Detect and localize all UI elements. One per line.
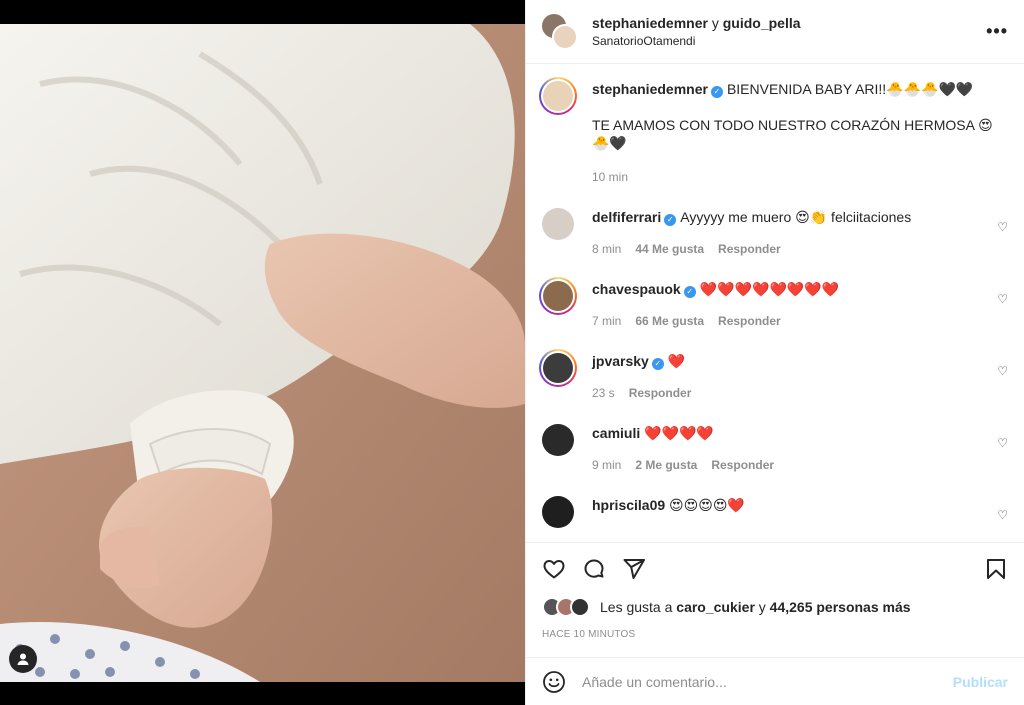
comment-bubble-icon[interactable] [582, 557, 606, 581]
likes-prefix: Les gusta a [600, 599, 673, 615]
publish-button[interactable]: Publicar [953, 674, 1008, 690]
emoji-smiley-icon[interactable] [542, 670, 566, 694]
avatar[interactable] [539, 77, 577, 115]
author-secondary-link[interactable]: guido_pella [723, 15, 801, 31]
liker-username-link[interactable]: caro_cukier [676, 599, 755, 615]
likers-avatars[interactable] [542, 597, 594, 617]
avatar[interactable] [542, 496, 574, 528]
comment-username[interactable]: hpriscila09 [592, 497, 665, 513]
author-primary-link[interactable]: stephaniedemner [592, 15, 708, 31]
post-authors: stephaniedemner y guido_pella [592, 15, 801, 31]
more-options-icon[interactable]: ••• [986, 22, 1008, 40]
comment-text: ❤️❤️❤️❤️❤️❤️❤️❤️ [699, 281, 840, 297]
tagged-users-button[interactable] [9, 645, 37, 673]
comments-list[interactable]: stephaniedemner ✓ BIENVENIDA BABY ARI!!🐣🐣🐣… [526, 64, 1024, 542]
comment-input[interactable] [582, 673, 953, 690]
post-header: stephaniedemner y guido_pella SanatorioO… [526, 0, 1024, 64]
comment-time[interactable]: 8 min [592, 242, 621, 256]
comment: delfiferrari ✓ Ayyyyy me muero 😍👏 felciita… [542, 208, 1008, 258]
avatar[interactable] [539, 349, 577, 387]
comment-time[interactable]: 7 min [592, 314, 621, 328]
likes-count-link[interactable]: 44,265 personas más [770, 599, 911, 615]
comment-username[interactable]: chavespauok [592, 281, 681, 297]
avatar[interactable] [542, 424, 574, 456]
user-icon [17, 653, 29, 665]
likes-connector: y [758, 599, 766, 615]
post-timestamp[interactable]: HACE 10 MINUTOS [542, 629, 1008, 640]
like-comment-heart-icon[interactable]: ♡ [997, 220, 1008, 234]
comment-likes[interactable]: 44 Me gusta [635, 242, 704, 256]
like-comment-heart-icon[interactable]: ♡ [997, 508, 1008, 522]
comment-username[interactable]: camiuli [592, 425, 640, 441]
caption: stephaniedemner ✓ BIENVENIDA BABY ARI!!🐣🐣🐣… [539, 77, 1008, 186]
comment-time[interactable]: 23 s [592, 386, 615, 400]
comment: chavespauok ✓ ❤️❤️❤️❤️❤️❤️❤️❤️ 7 min 66 Me … [539, 277, 1008, 330]
verified-badge-icon: ✓ [651, 358, 664, 370]
post-actions: Les gusta a caro_cukier y 44,265 persona… [526, 542, 1024, 640]
post-photo[interactable] [0, 24, 525, 682]
reply-button[interactable]: Responder [718, 314, 781, 328]
comment-username[interactable]: jpvarsky [592, 353, 649, 369]
comment-time[interactable]: 9 min [592, 458, 621, 472]
comment: jpvarsky ✓ ❤️ 23 s Responder ♡ [539, 349, 1008, 402]
comment-text: ❤️ [667, 353, 686, 369]
avatar [552, 23, 578, 50]
comment-likes[interactable]: 66 Me gusta [635, 314, 704, 328]
avatar[interactable] [542, 208, 574, 240]
location-link[interactable]: SanatorioOtamendi [592, 34, 801, 48]
newborn-photo-illustration [0, 24, 525, 682]
comment-text: Ayyyyy me muero 😍👏 felciitaciones [680, 209, 912, 225]
post-photo-area [0, 0, 525, 705]
caption-line-2: TE AMAMOS CON TODO NUESTRO CORAZÓN HERMO… [592, 117, 993, 151]
comment: camiuli ❤️❤️❤️❤️ 9 min 2 Me gusta Responde… [542, 424, 1008, 474]
reply-button[interactable]: Responder [711, 458, 774, 472]
share-paper-plane-icon[interactable] [622, 557, 646, 581]
authors-connector: y [711, 15, 719, 31]
comment-username[interactable]: delfiferrari [592, 209, 661, 225]
reply-button[interactable]: Responder [718, 242, 781, 256]
verified-badge-icon: ✓ [664, 214, 677, 226]
avatar[interactable] [539, 277, 577, 315]
likes-summary: Les gusta a caro_cukier y 44,265 persona… [542, 597, 1008, 617]
comment-text: 😍😍😍😍❤️ [669, 497, 745, 513]
avatar [570, 597, 590, 617]
save-bookmark-icon[interactable] [984, 557, 1008, 581]
collab-avatars[interactable] [542, 13, 578, 50]
verified-badge-icon: ✓ [710, 86, 723, 98]
reply-button[interactable]: Responder [629, 386, 692, 400]
caption-time[interactable]: 10 min [592, 170, 628, 184]
caption-line-1: BIENVENIDA BABY ARI!!🐣🐣🐣🖤🖤 [726, 81, 974, 97]
like-heart-icon[interactable] [542, 557, 566, 581]
caption-username[interactable]: stephaniedemner [592, 81, 708, 97]
post-detail-panel: stephaniedemner y guido_pella SanatorioO… [525, 0, 1024, 705]
comment: hpriscila09 😍😍😍😍❤️ ♡ [542, 496, 1008, 528]
comment-likes[interactable]: 2 Me gusta [635, 458, 697, 472]
like-comment-heart-icon[interactable]: ♡ [997, 436, 1008, 450]
like-comment-heart-icon[interactable]: ♡ [997, 292, 1008, 306]
add-comment-bar: Publicar [526, 657, 1024, 705]
verified-badge-icon: ✓ [683, 286, 696, 298]
comment-text: ❤️❤️❤️❤️ [644, 425, 714, 441]
like-comment-heart-icon[interactable]: ♡ [997, 364, 1008, 378]
